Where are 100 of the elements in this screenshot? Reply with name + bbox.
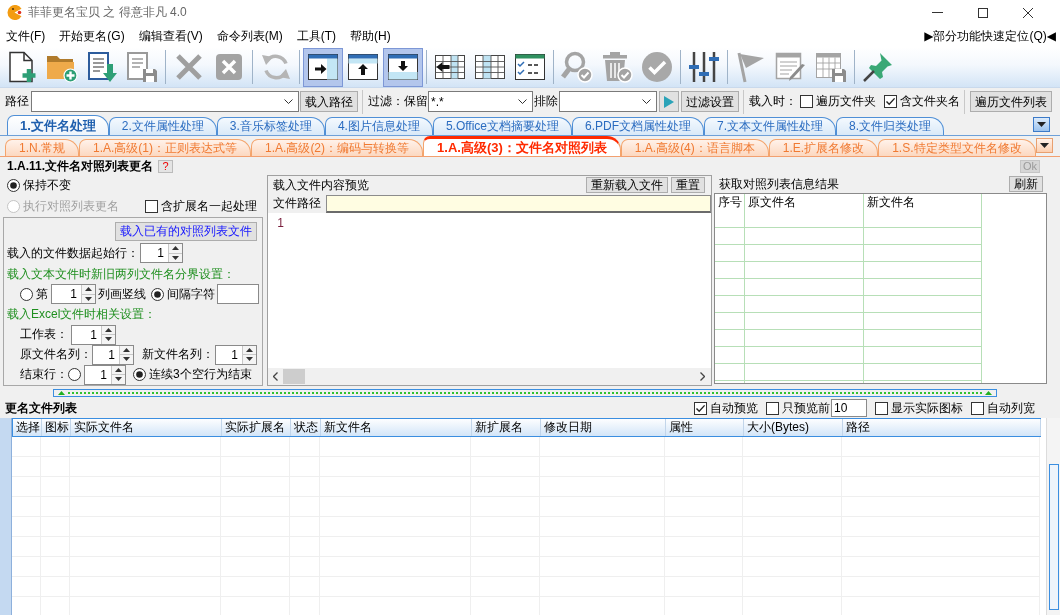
reload-file-button[interactable]: 重新载入文件	[586, 177, 668, 193]
caret-up-icon[interactable]	[172, 246, 179, 251]
scrollbar-thumb[interactable]	[283, 369, 305, 384]
radio-button[interactable]: 保持不变	[7, 177, 71, 194]
text-editor[interactable]: 1	[268, 213, 711, 385]
window-title: 菲菲更名宝贝 之 得意非凡 4.0	[28, 4, 187, 21]
tab[interactable]: 7.文本文件属性处理	[704, 117, 837, 135]
tab[interactable]: 2.文件属性处理	[108, 117, 217, 135]
scrollbar-thumb[interactable]	[1048, 464, 1059, 610]
tab-list-button[interactable]	[1033, 116, 1050, 132]
menu-item[interactable]: 文件(F)	[6, 27, 46, 45]
caret-down-icon[interactable]	[115, 377, 122, 382]
checkbox[interactable]: 显示实际图标	[875, 399, 963, 417]
column-header[interactable]: 属性	[666, 419, 744, 436]
column-header[interactable]: 序号	[715, 194, 745, 211]
checkbox[interactable]: 含扩展名一起处理	[145, 197, 257, 215]
section-heading: 载入文本文件时新旧两列文件名分界设置：	[7, 265, 235, 283]
number-spinner[interactable]: 1	[51, 284, 96, 304]
number-spinner[interactable]: 1	[215, 344, 257, 365]
radio-button[interactable]: 第	[20, 285, 48, 303]
menu-item[interactable]: 开始更名(G)	[59, 27, 125, 45]
column-header[interactable]: 修改日期	[541, 419, 666, 436]
panel-title: 获取对照列表信息结果	[719, 175, 839, 193]
radio-button[interactable]: 连续3个空行为结束	[133, 366, 252, 383]
checkbox[interactable]: 自动预览	[694, 399, 758, 417]
chevron-down-icon	[284, 99, 293, 104]
separator-input-field[interactable]	[217, 284, 259, 304]
column-header[interactable]: 新文件名	[864, 194, 982, 211]
column-header[interactable]: 实际扩展名	[222, 419, 291, 436]
field-label: 文件路径	[273, 195, 321, 212]
column-header[interactable]: 原文件名	[745, 194, 864, 211]
triangle-down-icon	[1039, 142, 1049, 148]
checkbox[interactable]: 遍历文件夹	[800, 93, 876, 110]
menu-item[interactable]: 工具(T)	[296, 27, 336, 45]
caret-up-icon[interactable]	[246, 347, 253, 352]
filter-combobox[interactable]: *.*	[428, 91, 533, 112]
tab-list-button[interactable]	[1035, 137, 1053, 153]
panel-title: 载入文件内容预览	[273, 176, 369, 194]
chevron-left-icon[interactable]	[273, 372, 278, 381]
caret-down-icon[interactable]	[85, 296, 92, 301]
column-header[interactable]: 新文件名	[321, 419, 472, 436]
menu-item[interactable]: 帮助(H)	[350, 27, 391, 45]
file-path-field[interactable]	[326, 194, 711, 213]
caret-up-icon[interactable]	[105, 327, 112, 332]
caret-up-icon[interactable]	[115, 367, 122, 372]
exclude-label: 排除	[534, 93, 558, 110]
filter-label: 过滤：保留	[368, 93, 428, 110]
path-combobox[interactable]	[31, 91, 299, 112]
column-header[interactable]: 选择	[13, 419, 42, 436]
caret-down-icon[interactable]	[246, 357, 253, 362]
load-list-file-button[interactable]: 载入已有的对照列表文件	[115, 221, 257, 241]
caret-down-icon[interactable]	[172, 255, 179, 260]
caret-up-icon[interactable]	[123, 347, 130, 352]
horizontal-scrollbar[interactable]	[268, 368, 711, 385]
checkbox[interactable]: 只预览前	[766, 399, 830, 417]
filter-settings-button[interactable]: 过滤设置	[681, 91, 739, 112]
line-number: 1	[277, 216, 284, 230]
field-label: 原文件名列：	[20, 346, 92, 363]
splitter-bar[interactable]	[53, 389, 997, 397]
checkbox[interactable]: 含文件夹名	[884, 93, 960, 110]
refresh-button[interactable]: 刷新	[1009, 176, 1043, 192]
exclude-combobox[interactable]	[559, 91, 657, 112]
preview-count-field[interactable]: 10	[831, 399, 867, 417]
number-spinner[interactable]: 1	[84, 364, 126, 385]
tab[interactable]: 4.图片信息处理	[324, 117, 433, 135]
column-header[interactable]: 状态	[291, 419, 321, 436]
column-header[interactable]: 图标	[42, 419, 71, 436]
column-header[interactable]: 新扩展名	[472, 419, 541, 436]
menu-item[interactable]: 命令列表(M)	[216, 27, 283, 45]
radio-icon[interactable]	[68, 368, 81, 381]
number-spinner[interactable]: 1	[140, 243, 183, 263]
caret-up-icon[interactable]	[85, 287, 92, 292]
menu-item[interactable]: 编辑查看(V)	[138, 27, 203, 45]
caret-down-icon[interactable]	[123, 357, 130, 362]
caret-down-icon[interactable]	[105, 337, 112, 342]
section-title: 1.A.11.文件名对照列表更名	[7, 157, 154, 175]
vertical-scrollbar[interactable]	[1046, 418, 1060, 615]
radio-button[interactable]: 间隔字符	[151, 285, 215, 303]
help-button[interactable]: ?	[158, 159, 174, 173]
checkbox[interactable]: 自动列宽	[971, 399, 1035, 417]
column-header[interactable]: 路径	[843, 419, 1041, 436]
field-label: 工作表：	[20, 326, 68, 343]
column-header[interactable]: 实际文件名	[71, 419, 222, 436]
tab[interactable]: 6.PDF文档属性处理	[572, 117, 705, 135]
triangle-up-icon	[985, 391, 992, 395]
quick-locate-menu[interactable]: ▶部分功能快速定位(Q)◀	[924, 27, 1056, 45]
triangle-up-icon	[58, 391, 65, 395]
load-options-label: 载入时：	[749, 93, 797, 110]
column-header[interactable]: 大小(Bytes)	[744, 419, 843, 436]
reset-button[interactable]: 重置	[671, 177, 705, 193]
number-spinner[interactable]: 1	[71, 324, 116, 345]
tab[interactable]: 5.Office文档摘要处理	[432, 117, 573, 135]
chevron-right-icon[interactable]	[700, 372, 705, 381]
tab[interactable]: 8.文件归类处理	[836, 117, 945, 135]
traverse-list-button[interactable]: 遍历文件列表	[970, 91, 1052, 112]
load-path-button[interactable]: 载入路径	[300, 91, 358, 112]
tab[interactable]: 1.A.高级(3)：文件名对照列表	[423, 136, 621, 156]
tab[interactable]: 1.文件名处理	[7, 115, 109, 135]
tab[interactable]: 3.音乐标签处理	[216, 117, 325, 135]
number-spinner[interactable]: 1	[92, 344, 134, 365]
